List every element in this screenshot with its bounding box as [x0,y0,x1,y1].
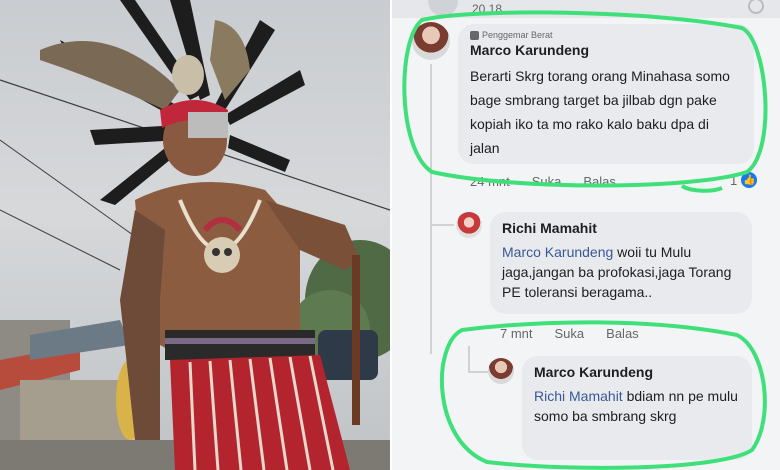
comment-text: Marco Karundeng woii tu Mulu jaga,jangan… [502,242,740,302]
comment-bubble: Penggemar Berat Marco Karundeng Berarti … [458,24,754,164]
status-strip: 20.18 [392,0,780,18]
costume-photo [0,0,390,470]
comments-screenshot: 20.18 Penggemar Berat Marco Karundeng Be… [392,0,780,470]
comment-bubble: Richi Mamahit Marco Karundeng woii tu Mu… [490,212,752,314]
comment-bubble: Marco Karundeng Richi Mamahit bdiam nn p… [522,356,752,460]
like-button[interactable]: Suka [532,174,562,189]
comment-text: Richi Mamahit bdiam nn pe mulu somo ba s… [534,386,740,426]
badge-label: Penggemar Berat [482,30,553,40]
avatar[interactable] [412,22,450,60]
like-icon: 👍 [741,172,758,188]
comment-text: Berarti Skrg torang orang Minahasa somo … [470,68,730,156]
badge-icon [470,30,479,40]
fan-badge: Penggemar Berat [470,30,742,40]
comment-actions: 24 mnt Suka Balas [470,174,616,189]
comment-time: 7 mnt [500,326,533,341]
thread-line [468,371,488,373]
reaction-count: 1 [730,172,738,188]
mention-link[interactable]: Richi Mamahit [534,388,623,404]
avatar[interactable] [456,212,482,238]
comment-time: 24 mnt [470,174,510,189]
top-avatar [428,0,458,16]
reply-button[interactable]: Balas [583,174,616,189]
mention-link[interactable]: Marco Karundeng [502,244,613,260]
comment-actions: 7 mnt Suka Balas [500,326,639,341]
thread-line [430,224,454,226]
thread-line [430,64,432,354]
reaction-summary[interactable]: 1 👍 [730,172,758,188]
avatar[interactable] [488,358,514,384]
thread-line [468,346,470,372]
reply-button[interactable]: Balas [606,326,639,341]
costume-photo-illustration [0,0,390,470]
comment-author[interactable]: Marco Karundeng [534,364,740,380]
comment-author[interactable]: Marco Karundeng [470,42,742,58]
comment-author[interactable]: Richi Mamahit [502,220,740,236]
status-time: 20.18 [472,2,503,16]
like-button[interactable]: Suka [555,326,585,341]
menu-circle-icon[interactable] [748,0,764,14]
